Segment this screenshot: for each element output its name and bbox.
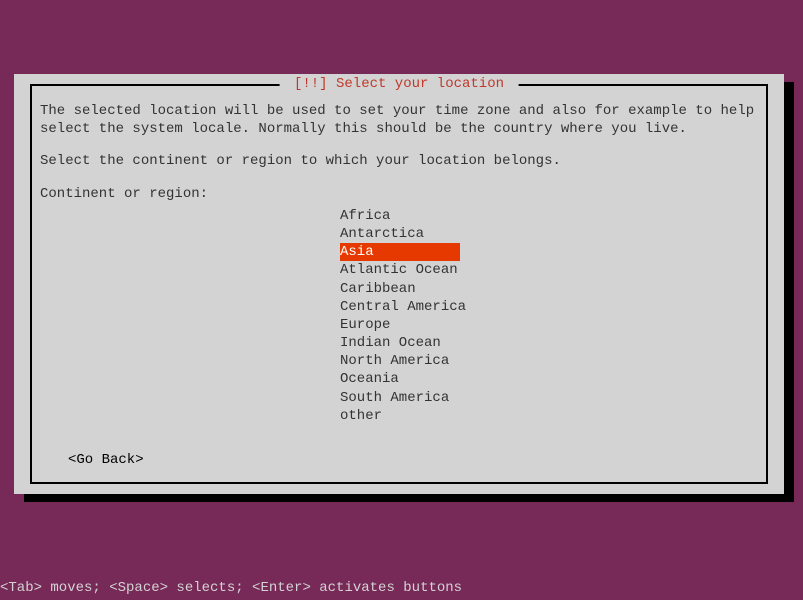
region-item[interactable]: Oceania — [340, 370, 500, 388]
region-item[interactable]: Indian Ocean — [340, 334, 500, 352]
region-item[interactable]: Antarctica — [340, 225, 500, 243]
region-item[interactable]: other — [340, 407, 500, 425]
intro-text: The selected location will be used to se… — [40, 102, 758, 138]
region-item[interactable]: North America — [340, 352, 500, 370]
region-item[interactable]: Europe — [340, 316, 500, 334]
region-item[interactable]: Atlantic Ocean — [340, 261, 500, 279]
dialog-title: [!!] Select your location — [280, 76, 519, 92]
field-label: Continent or region: — [40, 185, 758, 203]
dialog-frame: [!!] Select your location The selected l… — [30, 84, 768, 484]
dialog-box: [!!] Select your location The selected l… — [14, 74, 784, 494]
region-item[interactable]: Africa — [340, 207, 500, 225]
region-item[interactable]: Central America — [340, 298, 500, 316]
dialog-content: The selected location will be used to se… — [32, 86, 766, 433]
help-text: <Tab> moves; <Space> selects; <Enter> ac… — [0, 580, 462, 596]
region-item[interactable]: Asia — [340, 243, 460, 261]
go-back-button[interactable]: <Go Back> — [68, 452, 144, 468]
instruction-text: Select the continent or region to which … — [40, 152, 758, 170]
region-item[interactable]: Caribbean — [340, 280, 500, 298]
region-item[interactable]: South America — [340, 389, 500, 407]
region-list: AfricaAntarcticaAsiaAtlantic OceanCaribb… — [340, 207, 500, 425]
